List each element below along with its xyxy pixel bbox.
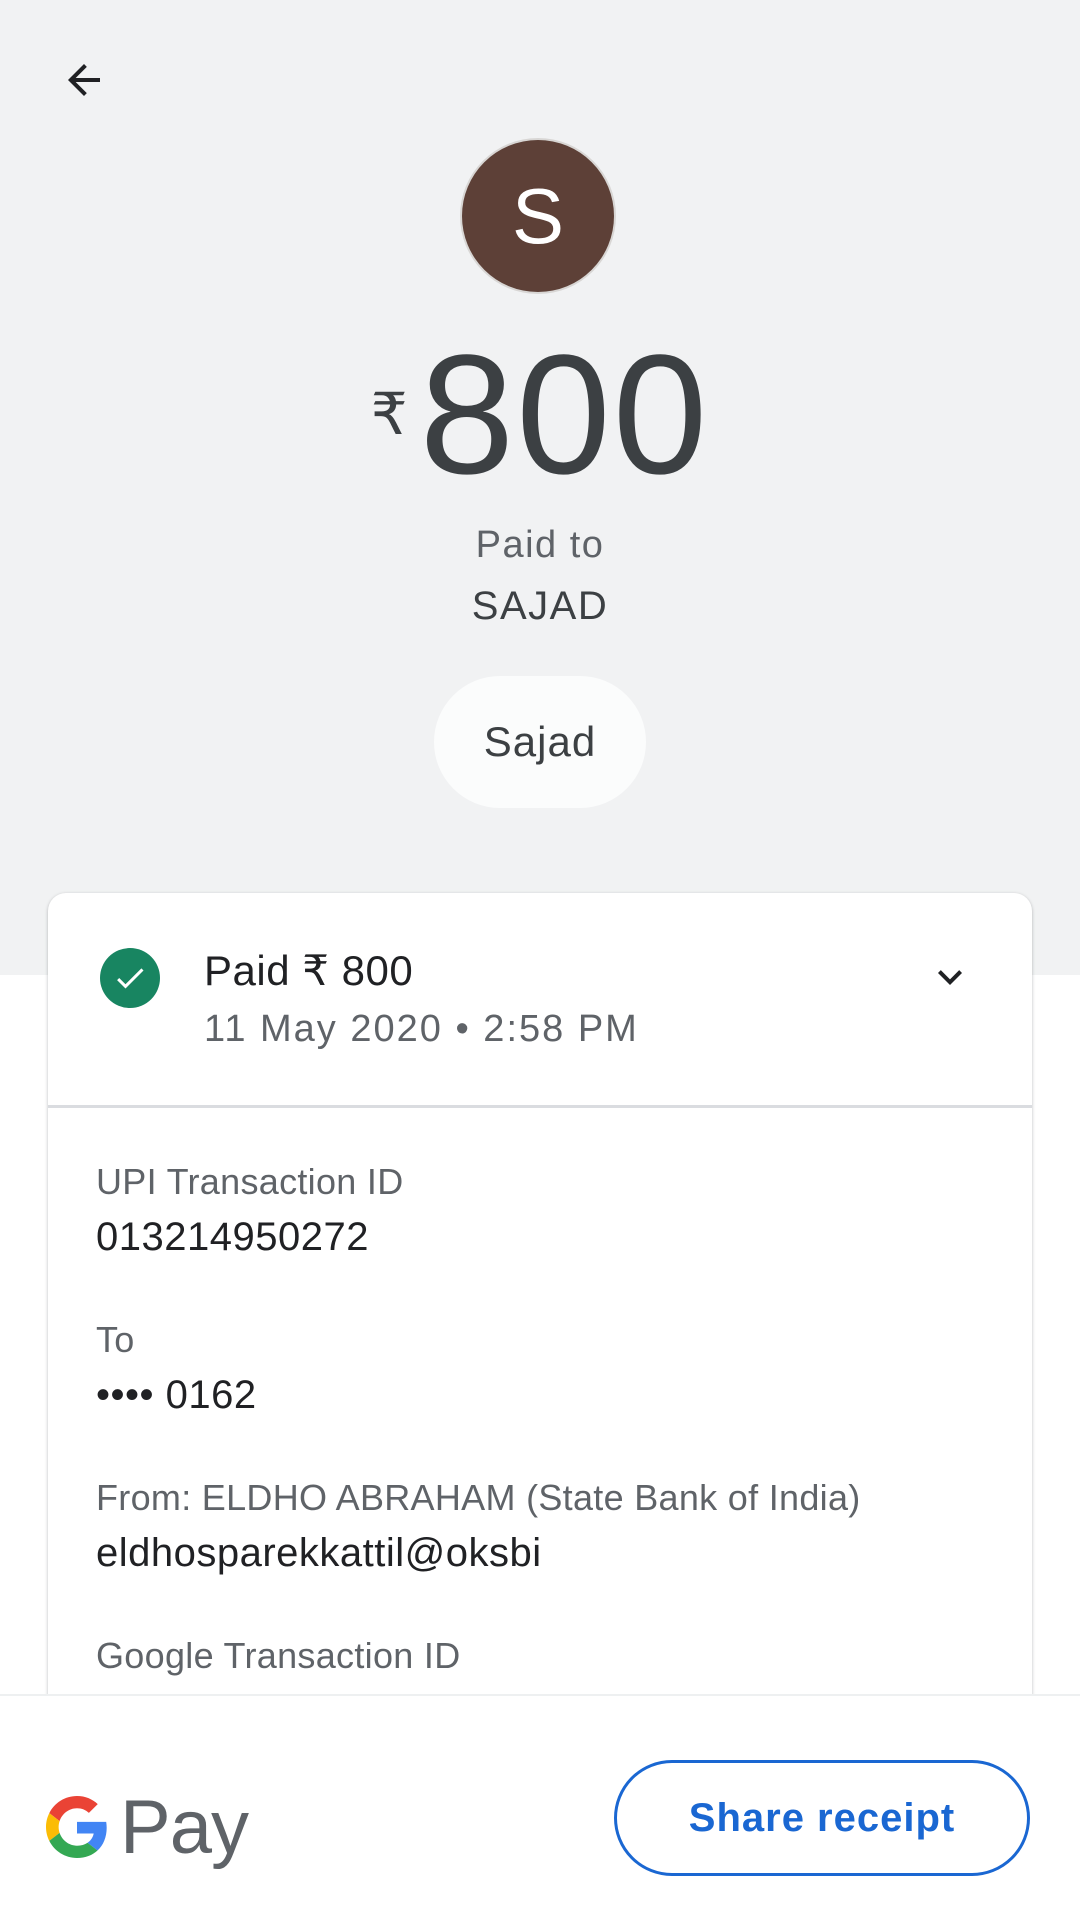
from-label: From: ELDHO ABRAHAM (State Bank of India… — [96, 1477, 861, 1518]
from-upi-id-value: eldhosparekkattil@oksbi — [96, 1531, 542, 1575]
status-datetime: 11 May 2020 • 2:58 PM — [204, 1008, 639, 1050]
amount-value: 800 — [419, 320, 710, 510]
payee-avatar: S — [462, 140, 614, 292]
payee-name: SAJAD — [471, 584, 609, 628]
gpay-wordmark: Pay — [120, 1784, 249, 1870]
status-title: Paid ₹ 800 — [204, 947, 414, 994]
transaction-details-screen: S ₹ 800 Paid to SAJAD Sajad Paid ₹ 800 1… — [0, 0, 1080, 1922]
check-circle-icon — [100, 948, 160, 1008]
amount-display: ₹ 800 — [0, 320, 1080, 510]
share-receipt-label: Share receipt — [688, 1795, 956, 1840]
chevron-down-icon[interactable] — [920, 947, 980, 1007]
upi-transaction-id-value: 013214950272 — [96, 1215, 369, 1259]
payee-chip[interactable]: Sajad — [434, 676, 646, 808]
card-divider — [48, 1105, 1032, 1108]
bottom-bar: Pay Share receipt — [0, 1694, 1080, 1922]
transaction-status-header[interactable]: Paid ₹ 800 11 May 2020 • 2:58 PM — [48, 893, 1032, 1105]
payee-chip-label: Sajad — [483, 718, 597, 765]
upi-transaction-id-label: UPI Transaction ID — [96, 1161, 404, 1202]
google-transaction-id-label: Google Transaction ID — [96, 1635, 461, 1676]
currency-symbol: ₹ — [370, 382, 408, 447]
google-pay-logo: Pay — [46, 1782, 249, 1872]
paid-to-label: Paid to — [475, 524, 605, 566]
back-button[interactable] — [48, 44, 120, 116]
to-label: To — [96, 1319, 135, 1360]
google-g-icon — [46, 1796, 107, 1858]
arrow-left-icon — [68, 64, 100, 96]
share-receipt-button[interactable]: Share receipt — [614, 1760, 1030, 1876]
to-account-value: •••• 0162 — [96, 1373, 257, 1417]
avatar-initial: S — [511, 171, 565, 260]
